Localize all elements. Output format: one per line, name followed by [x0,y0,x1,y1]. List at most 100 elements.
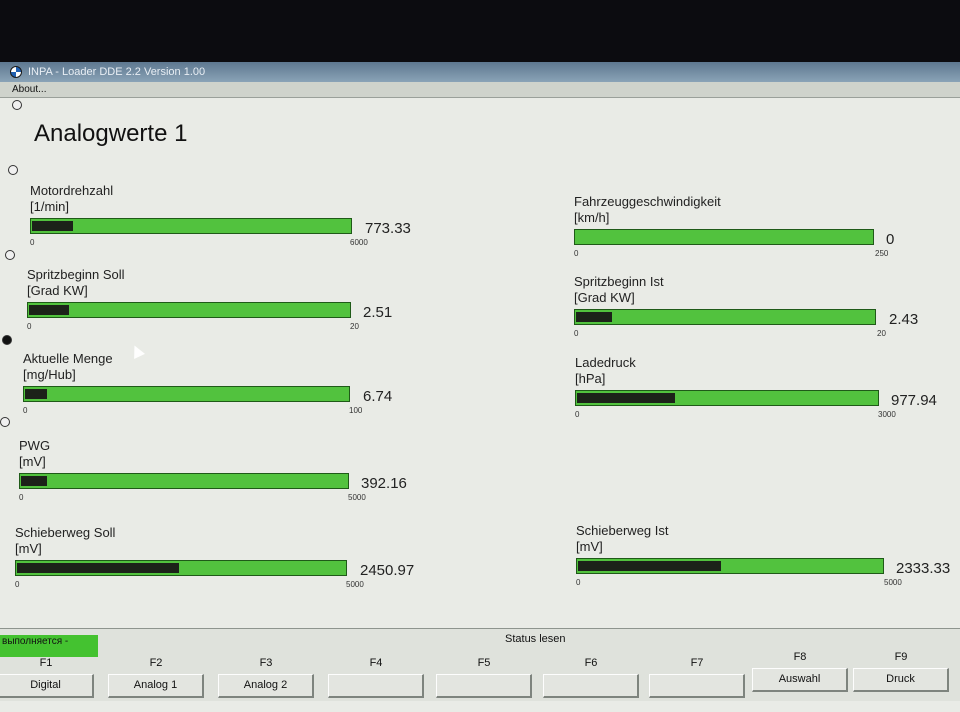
scale-min: 0 [574,249,579,258]
fkey-number: F9 [894,651,908,663]
analog-1-button[interactable]: Analog 1 [108,674,204,698]
measurement-label: PWG [19,438,51,453]
level-bar [19,473,349,489]
side-marker [0,417,10,427]
level-bar [574,309,876,325]
fkey-f5: F5 [432,649,536,701]
level-bar [27,302,351,318]
fkey-f3: F3 Analog 2 [214,649,318,701]
measurement-unit: [km/h] [574,210,610,225]
measurement-label: Spritzbeginn Soll [27,267,125,282]
bmw-logo-icon [10,66,22,78]
fkey-f8: F8 Auswahl [748,643,852,695]
measurement-unit: [1/min] [30,199,70,214]
scale-max: 5000 [884,578,902,587]
fkey-number: F7 [690,657,704,669]
scale-min: 0 [15,580,20,589]
druck-button[interactable]: Druck [853,668,949,692]
measurement-label: Spritzbeginn Ist [574,274,664,289]
level-fill [21,476,47,486]
scale-max: 5000 [346,580,364,589]
measurement-motordrehzahl: Motordrehzahl [1/min] 773.33 0 6000 [30,183,450,263]
measurement-label: Motordrehzahl [30,183,114,198]
window-title: INPA - Loader DDE 2.2 Version 1.00 [28,66,206,78]
scale-max: 100 [349,406,363,415]
side-marker [2,335,12,345]
level-fill [576,312,613,322]
fkey-number: F6 [584,657,598,669]
level-fill [29,305,70,315]
fkey-number: F5 [477,657,491,669]
f7-button[interactable] [649,674,745,698]
fkey-f4: F4 [324,649,428,701]
scale-min: 0 [575,410,580,419]
level-bar [575,390,879,406]
fkey-number: F8 [793,651,807,663]
inpa-window: INPA - Loader DDE 2.2 Version 1.00 About… [0,62,960,712]
level-fill [577,393,676,403]
fkey-f9: F9 Druck [849,643,953,695]
level-fill [578,561,721,571]
measurement-label: Fahrzeuggeschwindigkeit [574,194,721,209]
level-fill [32,221,74,231]
fkey-f7: F7 [645,649,749,701]
scale-max: 20 [350,322,359,331]
digital-button[interactable]: Digital [0,674,94,698]
measurement-value: 2.51 [363,304,393,321]
scale-max: 3000 [878,410,896,419]
measurement-value: 2333.33 [896,560,951,577]
level-bar [15,560,347,576]
measurement-unit: [Grad KW] [27,283,88,298]
scale-min: 0 [23,406,28,415]
scale-min: 0 [19,493,24,502]
f6-button[interactable] [543,674,639,698]
measurement-label: Schieberweg Ist [576,523,669,538]
level-bar [574,229,874,245]
scale-max: 20 [877,329,886,338]
f4-button[interactable] [328,674,424,698]
measurement-aktuelle-menge: Aktuelle Menge [mg/Hub] 6.74 0 100 [23,351,443,431]
measurement-value: 2450.97 [360,562,415,579]
measurement-unit: [Grad KW] [574,290,635,305]
measurement-label: Schieberweg Soll [15,525,116,540]
status-area: выполняется - Status lesen F1 Digital F2… [0,628,960,701]
scale-min: 0 [30,238,35,247]
scale-max: 5000 [348,493,366,502]
side-marker [8,165,18,175]
measurement-schieberweg-ist: Schieberweg Ist [mV] 2333.33 0 5000 [576,523,960,603]
menu-about[interactable]: About... [12,82,46,97]
level-fill [25,389,47,399]
analog-2-button[interactable]: Analog 2 [218,674,314,698]
measurement-spritzbeginn-soll: Spritzbeginn Soll [Grad KW] 2.51 0 20 [27,267,447,347]
measurement-fahrzeuggeschwindigkeit: Fahrzeuggeschwindigkeit [km/h] 0 0 250 [574,194,960,274]
fkey-f2: F2 Analog 1 [104,649,208,701]
measurement-value: 392.16 [361,475,407,492]
measurement-spritzbeginn-ist: Spritzbeginn Ist [Grad KW] 2.43 0 20 [574,274,960,354]
scale-max: 250 [875,249,889,258]
title-bar: INPA - Loader DDE 2.2 Version 1.00 [0,62,960,82]
side-marker [12,100,22,110]
measurement-unit: [mV] [19,454,46,469]
fkey-number: F2 [149,657,163,669]
f5-button[interactable] [436,674,532,698]
menu-bar: About... [0,82,960,98]
scale-min: 0 [576,578,581,587]
measurement-unit: [mg/Hub] [23,367,76,382]
fkey-number: F1 [39,657,53,669]
level-bar [23,386,350,402]
level-bar [30,218,352,234]
auswahl-button[interactable]: Auswahl [752,668,848,692]
measurement-value: 773.33 [365,220,411,237]
scale-max: 6000 [350,238,368,247]
page-title: Analogwerte 1 [34,120,188,147]
status-label: Status lesen [505,633,566,645]
level-bar [576,558,884,574]
measurement-ladedruck: Ladedruck [hPa] 977.94 0 3000 [575,355,960,435]
fkey-f6: F6 [539,649,643,701]
measurement-value: 0 [886,231,895,248]
measurement-unit: [mV] [576,539,603,554]
side-marker [5,250,15,260]
scale-min: 0 [27,322,32,331]
scale-min: 0 [574,329,579,338]
measurement-value: 6.74 [363,388,393,405]
